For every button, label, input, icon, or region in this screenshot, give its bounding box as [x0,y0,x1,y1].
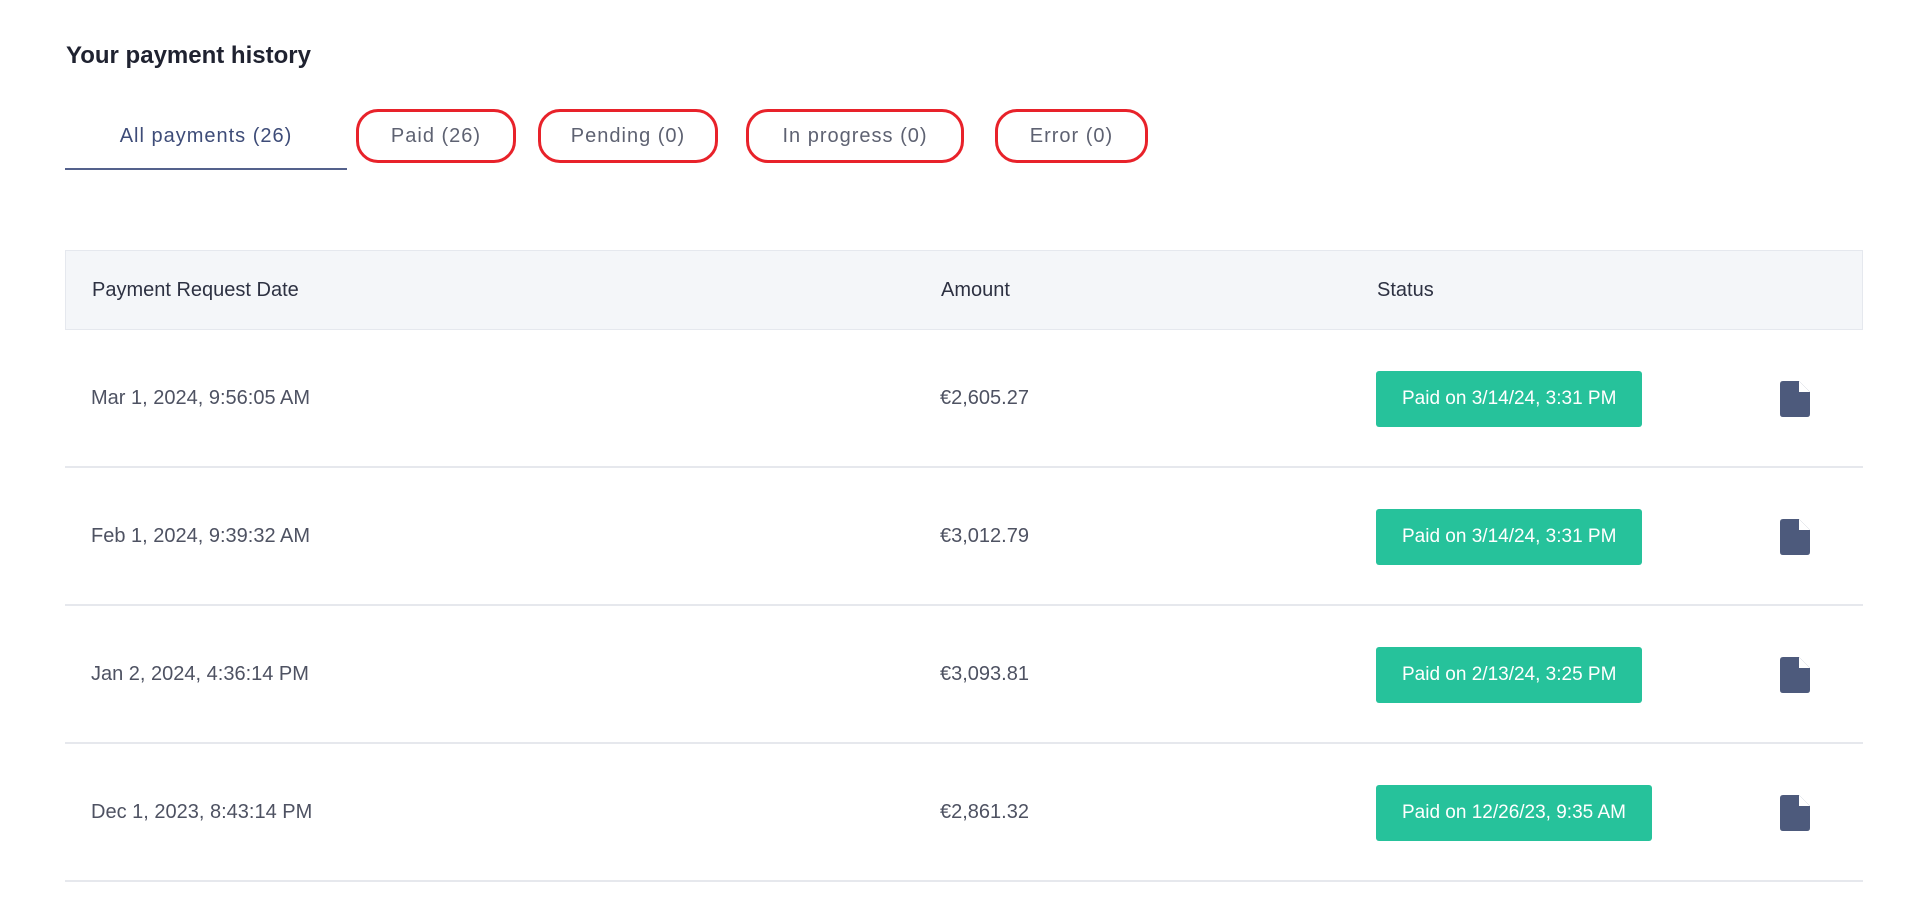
payment-date: Feb 1, 2024, 9:39:32 AM [91,524,311,547]
status-badge: Paid on 3/14/24, 3:31 PM [1376,509,1643,565]
document-icon[interactable] [1780,519,1810,555]
tab-in-progress[interactable]: In progress (0) [746,109,964,163]
status-badge: Paid on 12/26/23, 9:35 AM [1376,785,1652,841]
payments-table: Payment Request Date Amount Status Mar 1… [65,250,1863,882]
document-icon[interactable] [1780,381,1810,417]
status-badge: Paid on 2/13/24, 3:25 PM [1376,647,1643,703]
column-header-amount: Amount [941,278,1010,301]
payment-amount: €2,605.27 [940,386,1029,409]
table-header: Payment Request Date Amount Status [65,250,1863,330]
payment-filter-tabs: All payments (26) Paid (26) Pending (0) … [65,104,1465,176]
tab-pending[interactable]: Pending (0) [538,109,718,163]
column-header-date: Payment Request Date [92,278,299,301]
payment-amount: €3,012.79 [940,524,1029,547]
payment-date: Mar 1, 2024, 9:56:05 AM [91,386,311,409]
tab-error[interactable]: Error (0) [995,109,1148,163]
page-title: Your payment history [66,42,311,69]
payment-date: Dec 1, 2023, 8:43:14 PM [91,800,313,823]
tab-all-payments[interactable]: All payments (26) [65,104,347,170]
status-badge: Paid on 3/14/24, 3:31 PM [1376,371,1643,427]
payment-amount: €2,861.32 [940,800,1029,823]
table-row: Feb 1, 2024, 9:39:32 AM €3,012.79 Paid o… [65,468,1863,606]
table-row: Dec 1, 2023, 8:43:14 PM €2,861.32 Paid o… [65,744,1863,882]
table-row: Mar 1, 2024, 9:56:05 AM €2,605.27 Paid o… [65,330,1863,468]
payment-date: Jan 2, 2024, 4:36:14 PM [91,662,309,685]
payment-history-page: Your payment history All payments (26) P… [0,0,1920,900]
document-icon[interactable] [1780,795,1810,831]
table-row: Jan 2, 2024, 4:36:14 PM €3,093.81 Paid o… [65,606,1863,744]
document-icon[interactable] [1780,657,1810,693]
tab-paid[interactable]: Paid (26) [356,109,516,163]
payment-amount: €3,093.81 [940,662,1029,685]
column-header-status: Status [1377,278,1434,301]
